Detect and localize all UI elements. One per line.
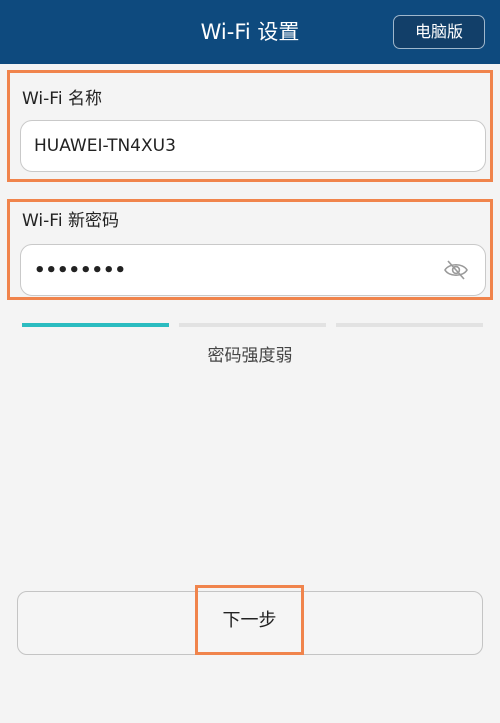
wifi-name-label: Wi-Fi 名称: [22, 89, 102, 109]
wifi-name-section: Wi-Fi 名称 HUAWEI-TN4XU3: [7, 70, 493, 182]
wifi-name-value: HUAWEI-TN4XU3: [34, 136, 176, 156]
next-step-button[interactable]: [17, 591, 483, 655]
strength-bar-2: [179, 323, 326, 327]
eye-slash-icon[interactable]: [443, 259, 469, 281]
wifi-password-value: ••••••••: [34, 259, 127, 281]
wifi-password-label: Wi-Fi 新密码: [22, 211, 119, 231]
wifi-password-input[interactable]: ••••••••: [20, 244, 486, 296]
header-bar: Wi-Fi 设置 电脑版: [0, 0, 500, 64]
desktop-version-button[interactable]: 电脑版: [393, 15, 485, 49]
wifi-name-input[interactable]: HUAWEI-TN4XU3: [20, 120, 486, 172]
password-strength-text: 密码强度弱: [207, 346, 293, 366]
strength-bar-1: [22, 323, 169, 327]
strength-bar-3: [336, 323, 483, 327]
wifi-password-section: Wi-Fi 新密码 ••••••••: [7, 199, 493, 300]
